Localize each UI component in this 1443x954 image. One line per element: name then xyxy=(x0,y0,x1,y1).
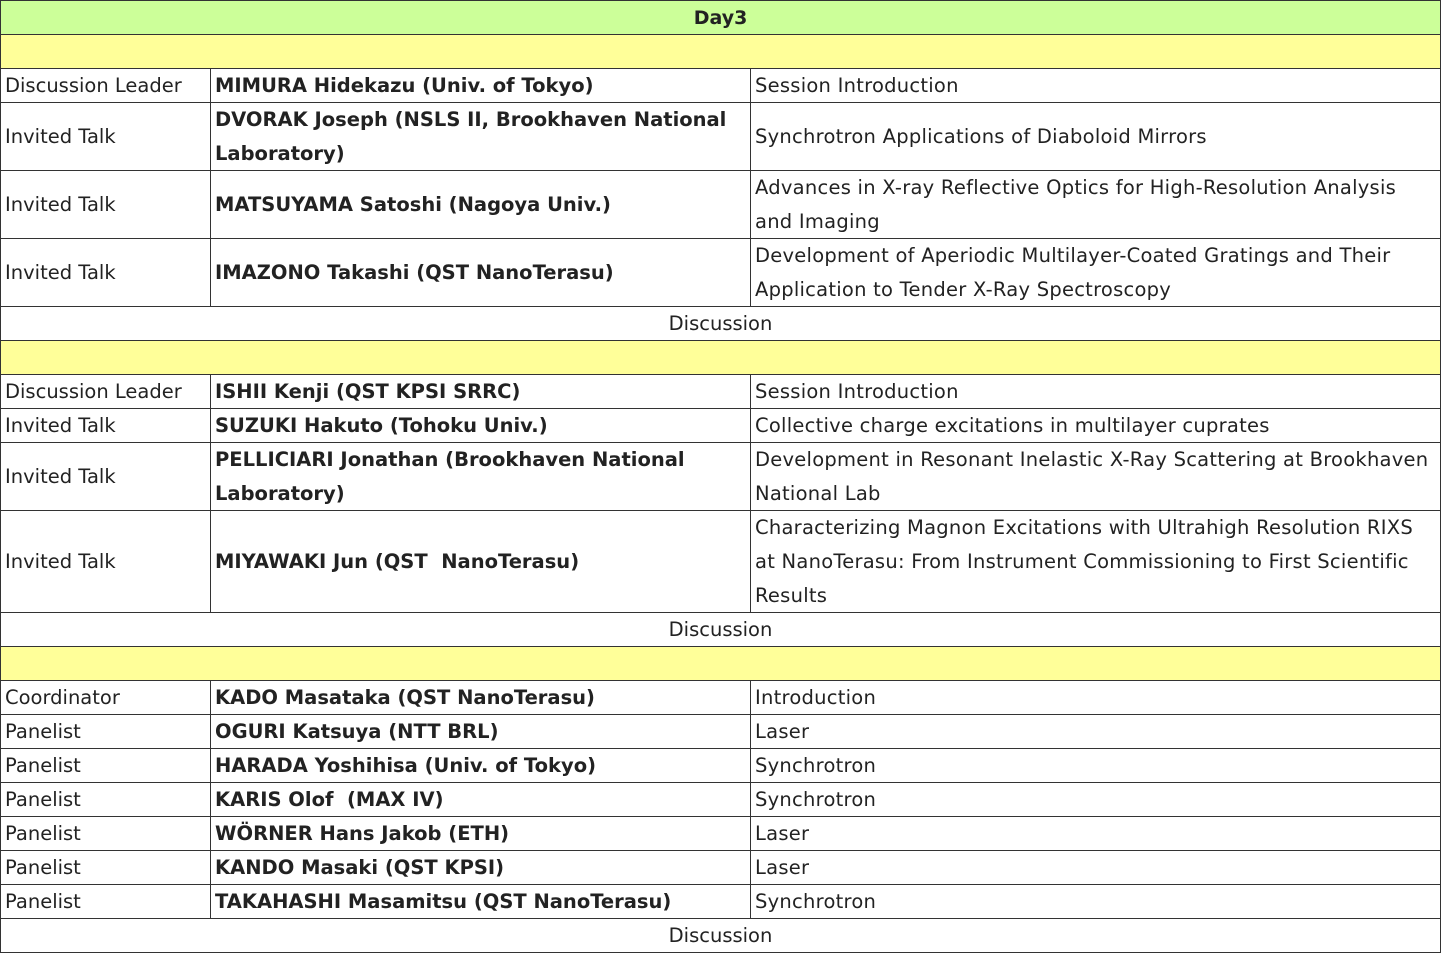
talk-title-cell: Synchrotron xyxy=(750,748,1441,783)
talk-title-cell: Advances in X-ray Reflective Optics for … xyxy=(750,170,1441,239)
table-row: Discussion Leader ISHII Kenji (QST KPSI … xyxy=(0,374,1441,409)
role-cell: Invited Talk xyxy=(0,238,211,307)
day-header-row: Day3 xyxy=(0,0,1441,35)
table-row: Panelist KARIS Olof (MAX IV) Synchrotron xyxy=(0,782,1441,817)
speaker-cell: KANDO Masaki (QST KPSI) xyxy=(210,850,751,885)
role-cell: Invited Talk xyxy=(0,102,211,171)
role-cell: Invited Talk xyxy=(0,170,211,239)
role-cell: Panelist xyxy=(0,714,211,749)
speaker-cell: DVORAK Joseph (NSLS II, Brookhaven Natio… xyxy=(210,102,751,171)
table-row: Panelist WÖRNER Hans Jakob (ETH) Laser xyxy=(0,816,1441,851)
day-title: Day3 xyxy=(0,0,1441,35)
speaker-cell: KADO Masataka (QST NanoTerasu) xyxy=(210,680,751,715)
session-band-cell xyxy=(0,340,1441,375)
talk-title-cell: Session Introduction xyxy=(750,374,1441,409)
table-row: Invited Talk DVORAK Joseph (NSLS II, Bro… xyxy=(0,102,1441,171)
role-cell: Panelist xyxy=(0,748,211,783)
speaker-cell: KARIS Olof (MAX IV) xyxy=(210,782,751,817)
talk-title-cell: Collective charge excitations in multila… xyxy=(750,408,1441,443)
speaker-cell: MATSUYAMA Satoshi (Nagoya Univ.) xyxy=(210,170,751,239)
speaker-cell: PELLICIARI Jonathan (Brookhaven National… xyxy=(210,442,751,511)
session-band xyxy=(0,340,1441,375)
discussion-row: Discussion xyxy=(0,918,1441,953)
table-row: Invited Talk MATSUYAMA Satoshi (Nagoya U… xyxy=(0,170,1441,239)
table-row: Invited Talk MIYAWAKI Jun (QST NanoTeras… xyxy=(0,510,1441,613)
role-cell: Discussion Leader xyxy=(0,374,211,409)
speaker-cell: OGURI Katsuya (NTT BRL) xyxy=(210,714,751,749)
talk-title-cell: Synchrotron Applications of Diaboloid Mi… xyxy=(750,102,1441,171)
discussion-row: Discussion xyxy=(0,306,1441,341)
role-cell: Panelist xyxy=(0,850,211,885)
role-cell: Panelist xyxy=(0,816,211,851)
session-band xyxy=(0,646,1441,681)
talk-title-cell: Development of Aperiodic Multilayer-Coat… xyxy=(750,238,1441,307)
speaker-cell: ISHII Kenji (QST KPSI SRRC) xyxy=(210,374,751,409)
role-cell: Discussion Leader xyxy=(0,68,211,103)
table-row: Panelist HARADA Yoshihisa (Univ. of Toky… xyxy=(0,748,1441,783)
session-band-cell xyxy=(0,34,1441,69)
role-cell: Panelist xyxy=(0,782,211,817)
discussion-row: Discussion xyxy=(0,612,1441,647)
role-cell: Invited Talk xyxy=(0,442,211,511)
table-row: Invited Talk PELLICIARI Jonathan (Brookh… xyxy=(0,442,1441,511)
session-band-cell xyxy=(0,646,1441,681)
session-band xyxy=(0,34,1441,69)
talk-title-cell: Synchrotron xyxy=(750,884,1441,919)
talk-title-cell: Development in Resonant Inelastic X-Ray … xyxy=(750,442,1441,511)
talk-title-cell: Laser xyxy=(750,714,1441,749)
table-row: Invited Talk IMAZONO Takashi (QST NanoTe… xyxy=(0,238,1441,307)
speaker-cell: WÖRNER Hans Jakob (ETH) xyxy=(210,816,751,851)
table-row: Discussion Leader MIMURA Hidekazu (Univ.… xyxy=(0,68,1441,103)
role-cell: Invited Talk xyxy=(0,408,211,443)
table-row: Coordinator KADO Masataka (QST NanoTeras… xyxy=(0,680,1441,715)
table-row: Panelist KANDO Masaki (QST KPSI) Laser xyxy=(0,850,1441,885)
talk-title-cell: Introduction xyxy=(750,680,1441,715)
discussion-label: Discussion xyxy=(0,612,1441,647)
table-row: Invited Talk SUZUKI Hakuto (Tohoku Univ.… xyxy=(0,408,1441,443)
table-row: Panelist OGURI Katsuya (NTT BRL) Laser xyxy=(0,714,1441,749)
speaker-cell: HARADA Yoshihisa (Univ. of Tokyo) xyxy=(210,748,751,783)
talk-title-cell: Session Introduction xyxy=(750,68,1441,103)
table-row: Panelist TAKAHASHI Masamitsu (QST NanoTe… xyxy=(0,884,1441,919)
role-cell: Coordinator xyxy=(0,680,211,715)
role-cell: Panelist xyxy=(0,884,211,919)
speaker-cell: IMAZONO Takashi (QST NanoTerasu) xyxy=(210,238,751,307)
discussion-label: Discussion xyxy=(0,306,1441,341)
speaker-cell: MIYAWAKI Jun (QST NanoTerasu) xyxy=(210,510,751,613)
speaker-cell: TAKAHASHI Masamitsu (QST NanoTerasu) xyxy=(210,884,751,919)
talk-title-cell: Synchrotron xyxy=(750,782,1441,817)
speaker-cell: MIMURA Hidekazu (Univ. of Tokyo) xyxy=(210,68,751,103)
speaker-cell: SUZUKI Hakuto (Tohoku Univ.) xyxy=(210,408,751,443)
talk-title-cell: Characterizing Magnon Excitations with U… xyxy=(750,510,1441,613)
talk-title-cell: Laser xyxy=(750,850,1441,885)
role-cell: Invited Talk xyxy=(0,510,211,613)
talk-title-cell: Laser xyxy=(750,816,1441,851)
discussion-label: Discussion xyxy=(0,918,1441,953)
